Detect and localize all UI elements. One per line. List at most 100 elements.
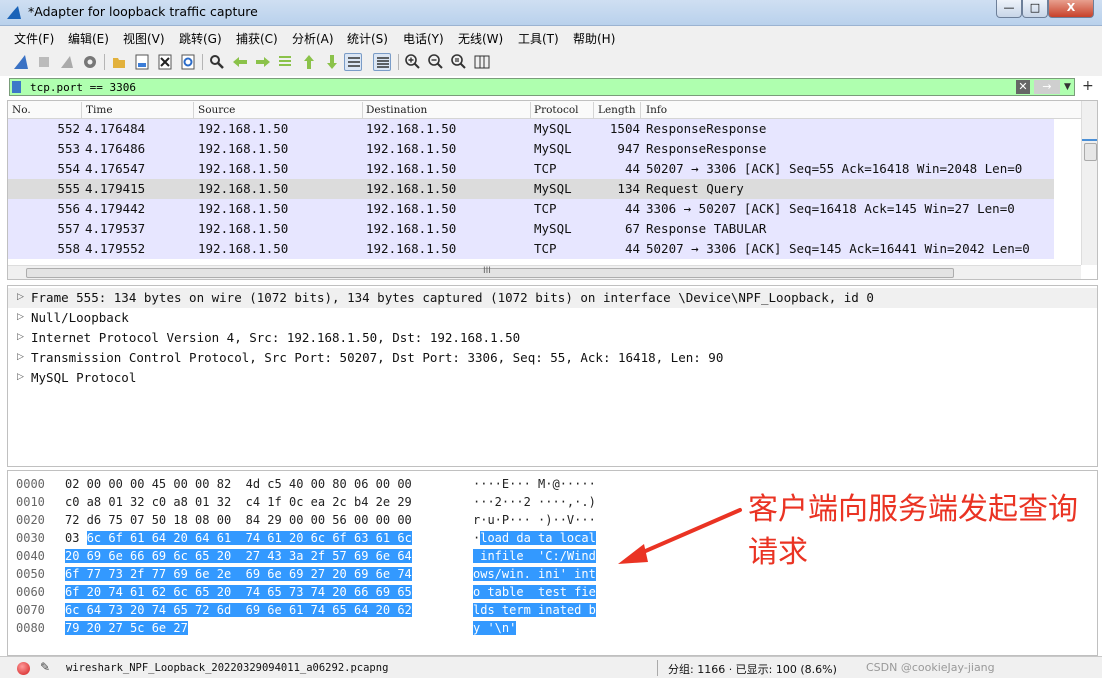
byte-hex[interactable]: 03 6c 6f 61 64 20 64 61 74 61 20 6c 6f 6… — [65, 531, 412, 545]
restart-icon[interactable] — [58, 53, 76, 71]
add-filter-button[interactable]: + — [1082, 78, 1094, 94]
go-first-icon[interactable] — [300, 53, 318, 71]
byte-ascii[interactable]: ···2···2 ····,·.) — [473, 495, 596, 509]
packet-list-vertical-scrollbar[interactable] — [1081, 101, 1097, 265]
options-gear-icon[interactable] — [81, 53, 99, 71]
byte-hex[interactable]: 02 00 00 00 45 00 00 82 4d c5 40 00 80 0… — [65, 477, 412, 491]
menu-edit[interactable]: 编辑(E) — [68, 30, 109, 47]
detail-row-frame[interactable]: ▷ Frame 555: 134 bytes on wire (1072 bit… — [8, 288, 1097, 308]
byte-ascii[interactable]: lds term inated b — [473, 603, 596, 617]
menu-go[interactable]: 跳转(G) — [179, 30, 222, 47]
packet-list-horizontal-scrollbar[interactable]: III — [8, 265, 1081, 279]
go-last-icon[interactable] — [323, 53, 341, 71]
detail-row-loopback[interactable]: ▷ Null/Loopback — [8, 308, 1097, 328]
resize-columns-icon[interactable] — [473, 53, 491, 71]
open-file-icon[interactable] — [110, 53, 128, 71]
packet-cell-source: 192.168.1.50 — [198, 201, 289, 216]
menu-tools[interactable]: 工具(T) — [518, 30, 559, 47]
column-header-source[interactable]: Source — [198, 104, 235, 116]
byte-hex[interactable]: c0 a8 01 32 c0 a8 01 32 c4 1f 0c ea 2c b… — [65, 495, 412, 509]
column-header-info[interactable]: Info — [646, 104, 667, 116]
byte-hex-highlight: 79 20 27 5c 6e 27 — [65, 621, 188, 635]
column-header-destination[interactable]: Destination — [366, 104, 427, 116]
detail-text: Internet Protocol Version 4, Src: 192.16… — [31, 330, 521, 345]
menu-wireless[interactable]: 无线(W) — [458, 30, 503, 47]
expand-triangle-icon[interactable]: ▷ — [17, 372, 24, 382]
maximize-button[interactable]: □ — [1022, 0, 1048, 18]
go-to-packet-icon[interactable] — [277, 53, 295, 71]
zoom-in-icon[interactable] — [404, 53, 422, 71]
filter-history-dropdown[interactable]: ▼ — [1064, 80, 1074, 94]
display-filter-input[interactable] — [30, 80, 1010, 94]
detail-row-ipv4[interactable]: ▷ Internet Protocol Version 4, Src: 192.… — [8, 328, 1097, 348]
byte-hex-highlight: 20 69 6e 66 69 6c 65 20 27 43 3a 2f 57 6… — [65, 549, 412, 563]
byte-hex[interactable]: 20 69 6e 66 69 6c 65 20 27 43 3a 2f 57 6… — [65, 549, 412, 563]
byte-ascii-highlight: ows/win. ini' int — [473, 567, 596, 581]
colorize-icon[interactable] — [373, 53, 391, 71]
expand-triangle-icon[interactable]: ▷ — [17, 292, 24, 302]
byte-ascii[interactable]: o table test fie — [473, 585, 596, 599]
byte-hex[interactable]: 79 20 27 5c 6e 27 — [65, 621, 188, 635]
column-header-protocol[interactable]: Protocol — [534, 104, 579, 116]
byte-ascii[interactable]: ·load da ta local — [473, 531, 596, 545]
go-back-icon[interactable] — [231, 53, 249, 71]
shark-fin-start-icon[interactable] — [12, 53, 30, 71]
scrollbar-thumb[interactable] — [1084, 143, 1097, 161]
go-forward-icon[interactable] — [254, 53, 272, 71]
expand-triangle-icon[interactable]: ▷ — [17, 352, 24, 362]
packet-row[interactable]: 556 4.179442 192.168.1.50 192.168.1.50 TCP 44… — [8, 199, 1054, 219]
packet-row[interactable]: 557 4.179537 192.168.1.50 192.168.1.50 MySQL… — [8, 219, 1054, 239]
byte-ascii[interactable]: infile 'C:/Wind — [473, 549, 596, 563]
byte-ascii[interactable]: r·u·P··· ·)··V··· — [473, 513, 596, 527]
byte-offset: 0070 — [16, 603, 45, 617]
packet-row[interactable]: 554 4.176547 192.168.1.50 192.168.1.50 TCP 44… — [8, 159, 1054, 179]
byte-ascii[interactable]: y '\n' — [473, 621, 517, 635]
packet-row[interactable]: 555 4.179415 192.168.1.50 192.168.1.50 MySQL… — [8, 179, 1054, 199]
autoscroll-icon[interactable] — [344, 53, 362, 71]
menu-help[interactable]: 帮助(H) — [573, 30, 615, 47]
column-header-no[interactable]: No. — [12, 104, 31, 116]
save-file-icon[interactable] — [133, 53, 151, 71]
packet-row[interactable]: 558 4.179552 192.168.1.50 192.168.1.50 TCP 44… — [8, 239, 1054, 259]
byte-ascii[interactable]: ows/win. ini' int — [473, 567, 596, 581]
menu-view[interactable]: 视图(V) — [123, 30, 165, 47]
packet-cell-length: 44 — [624, 201, 640, 216]
detail-row-mysql[interactable]: ▷ MySQL Protocol — [8, 368, 1097, 388]
status-divider — [657, 660, 658, 676]
menu-analyze[interactable]: 分析(A) — [292, 30, 334, 47]
packet-cell-protocol: MySQL — [534, 121, 572, 136]
column-header-time[interactable]: Time — [86, 104, 113, 116]
find-icon[interactable] — [208, 53, 226, 71]
expand-triangle-icon[interactable]: ▷ — [17, 312, 24, 322]
byte-hex[interactable]: 72 d6 75 07 50 18 08 00 84 29 00 00 56 0… — [65, 513, 412, 527]
menu-file[interactable]: 文件(F) — [14, 30, 54, 47]
packet-cell-info: ResponseResponse — [646, 121, 767, 136]
minimize-button[interactable]: — — [996, 0, 1022, 18]
scrollbar-thumb[interactable]: III — [26, 266, 954, 278]
byte-ascii-plain: r·u·P··· ·)··V··· — [473, 513, 596, 527]
menu-capture[interactable]: 捕获(C) — [236, 30, 278, 47]
packet-row[interactable]: 552 4.176484 192.168.1.50 192.168.1.50 MySQL… — [8, 119, 1054, 139]
menu-telephony[interactable]: 电话(Y) — [403, 30, 444, 47]
byte-hex[interactable]: 6f 20 74 61 62 6c 65 20 74 65 73 74 20 6… — [65, 585, 412, 599]
packet-cell-source: 192.168.1.50 — [198, 181, 289, 196]
close-button[interactable]: X — [1048, 0, 1094, 18]
byte-ascii[interactable]: ····E··· M·@····· — [473, 477, 596, 491]
clear-filter-button[interactable]: ✕ — [1016, 80, 1030, 94]
detail-row-tcp[interactable]: ▷ Transmission Control Protocol, Src Por… — [8, 348, 1097, 368]
filter-bookmark-icon[interactable] — [12, 81, 21, 93]
zoom-normal-icon[interactable] — [450, 53, 468, 71]
packet-row[interactable]: 553 4.176486 192.168.1.50 192.168.1.50 MySQL… — [8, 139, 1054, 159]
expand-triangle-icon[interactable]: ▷ — [17, 332, 24, 342]
close-file-icon[interactable] — [156, 53, 174, 71]
menu-statistics[interactable]: 统计(S) — [347, 30, 388, 47]
byte-hex[interactable]: 6f 77 73 2f 77 69 6e 2e 69 6e 69 27 20 6… — [65, 567, 412, 581]
byte-hex[interactable]: 6c 64 73 20 74 65 72 6d 69 6e 61 74 65 6… — [65, 603, 412, 617]
capture-comment-icon[interactable]: ✎ — [40, 660, 50, 674]
expert-info-icon[interactable] — [17, 662, 30, 675]
apply-filter-button[interactable]: → — [1034, 80, 1060, 94]
stop-icon[interactable] — [35, 53, 53, 71]
column-header-length[interactable]: Length — [598, 104, 636, 116]
reload-icon[interactable] — [179, 53, 197, 71]
zoom-out-icon[interactable] — [427, 53, 445, 71]
